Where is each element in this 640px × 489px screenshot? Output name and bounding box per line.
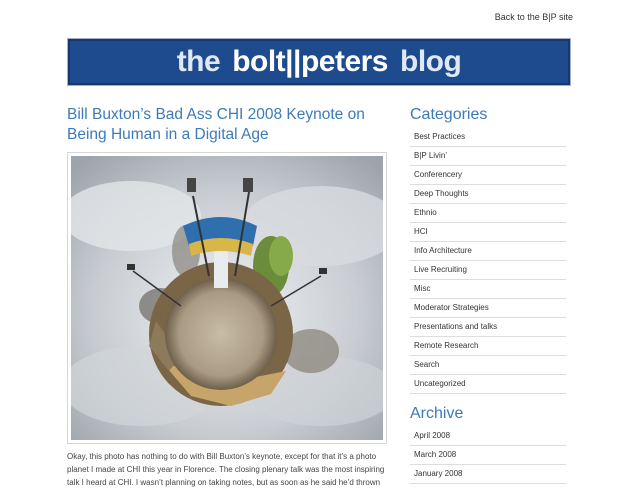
post-photo — [67, 152, 387, 444]
category-link[interactable]: Conferencery — [410, 166, 566, 185]
category-link[interactable]: Moderator Strategies — [410, 299, 566, 318]
archive-list: April 2008 March 2008 January 2008 — [410, 427, 566, 484]
category-link[interactable]: Search — [410, 356, 566, 375]
back-to-site-link[interactable]: Back to the B|P site — [495, 12, 573, 22]
category-link[interactable]: Best Practices — [410, 128, 566, 147]
category-link[interactable]: Presentations and talks — [410, 318, 566, 337]
category-link[interactable]: HCI — [410, 223, 566, 242]
category-link[interactable]: B|P Livin’ — [410, 147, 566, 166]
photo-planet-image — [71, 156, 383, 440]
category-link[interactable]: Live Recruiting — [410, 261, 566, 280]
categories-list: Best Practices B|P Livin’ Conferencery D… — [410, 128, 566, 394]
archive-link[interactable]: January 2008 — [410, 465, 566, 484]
category-link[interactable]: Remote Research — [410, 337, 566, 356]
archive-link[interactable]: April 2008 — [410, 427, 566, 446]
category-link[interactable]: Ethnio — [410, 204, 566, 223]
blog-banner[interactable]: the bolt||peters blog — [67, 38, 571, 86]
banner-prefix: the — [176, 45, 221, 78]
archive-link[interactable]: March 2008 — [410, 446, 566, 465]
categories-heading: Categories — [410, 106, 488, 123]
archive-heading: Archive — [410, 405, 464, 422]
banner-suffix: blog — [400, 45, 462, 78]
category-link[interactable]: Deep Thoughts — [410, 185, 566, 204]
category-link[interactable]: Info Architecture — [410, 242, 566, 261]
post-body-text: Okay, this photo has nothing to do with … — [67, 452, 385, 487]
banner-brand: bolt||peters — [232, 45, 388, 78]
category-link[interactable]: Uncategorized — [410, 375, 566, 394]
category-link[interactable]: Misc — [410, 280, 566, 299]
post-title[interactable]: Bill Buxton’s Bad Ass CHI 2008 Keynote o… — [67, 105, 387, 145]
